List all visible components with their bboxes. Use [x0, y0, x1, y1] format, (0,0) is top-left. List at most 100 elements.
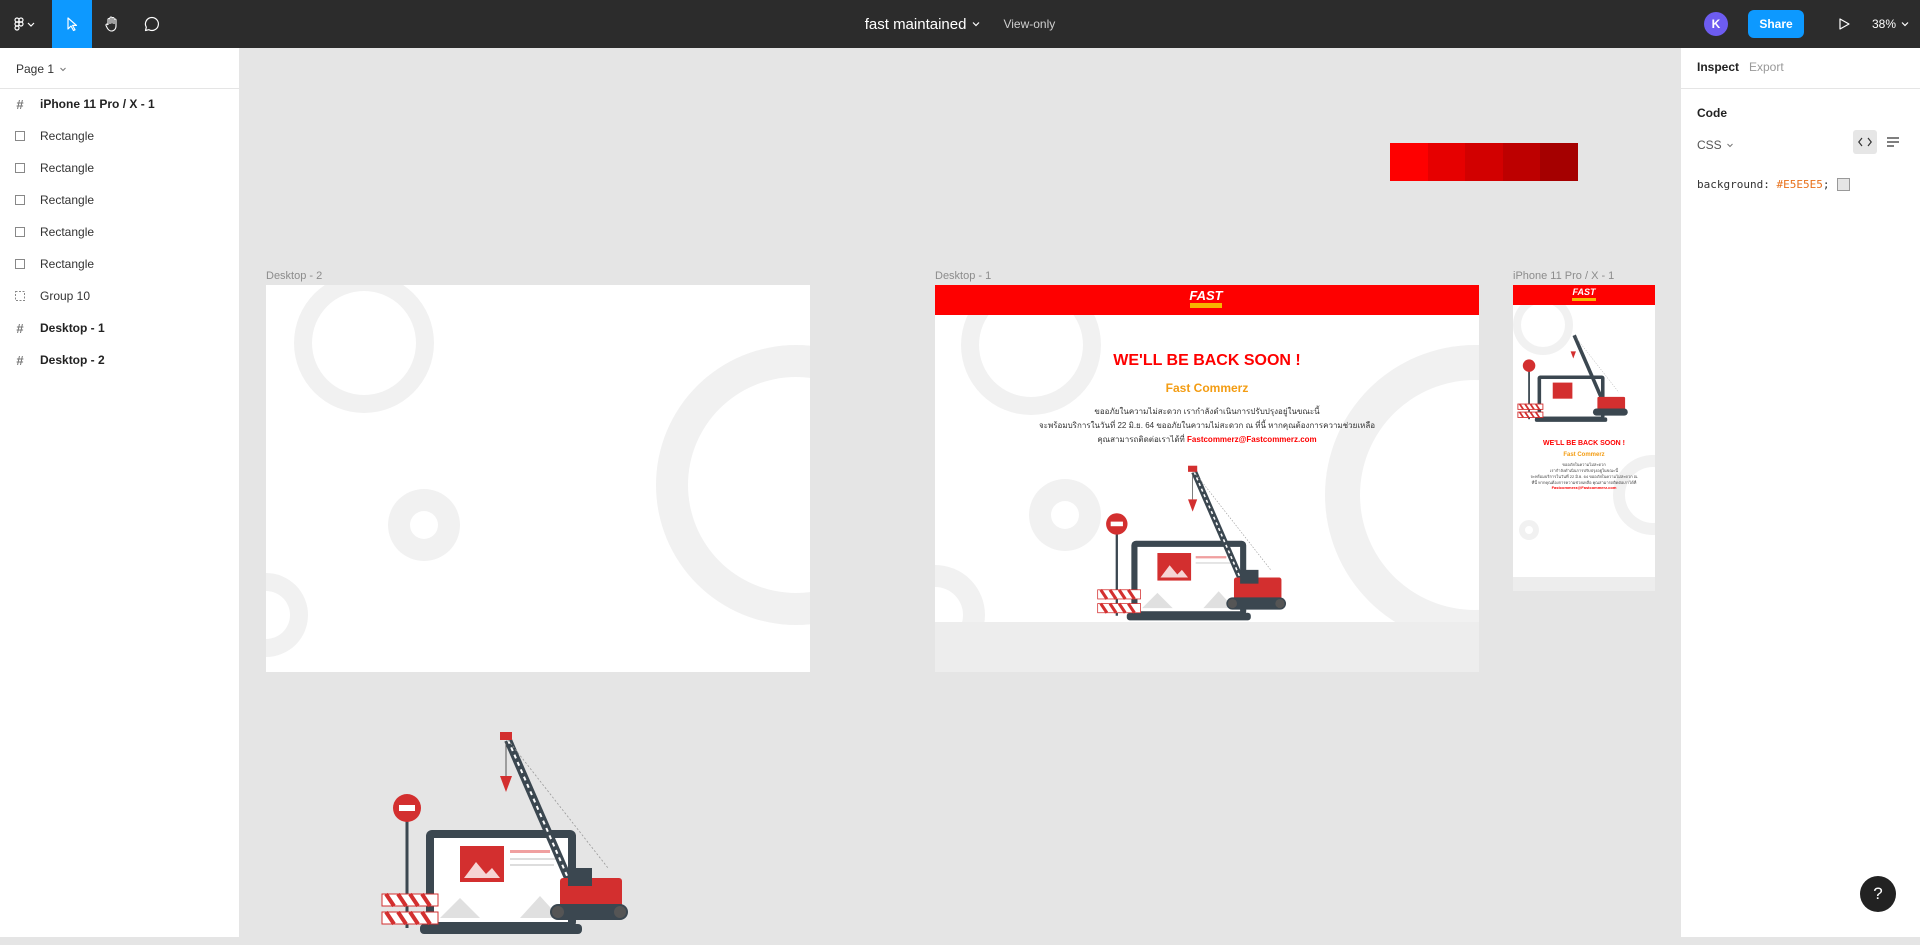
rectangle-icon [0, 195, 40, 205]
share-button[interactable]: Share [1748, 10, 1804, 38]
brand-logo: FAST [1188, 289, 1224, 309]
layer-rectangle[interactable]: Rectangle [0, 216, 239, 248]
css-property: background: [1697, 178, 1770, 191]
frame-icon: # [16, 96, 24, 112]
tab-export[interactable]: Export [1749, 60, 1784, 74]
brand-logo: FAST [1570, 287, 1598, 301]
file-title-area: fast maintained View-only [0, 0, 1920, 48]
language-label: CSS [1697, 138, 1722, 152]
hand-tool-button[interactable] [92, 0, 132, 48]
rectangle-icon [0, 227, 40, 237]
swatch [1427, 143, 1466, 181]
layer-label: Desktop - 1 [40, 321, 105, 335]
help-button[interactable]: ? [1860, 876, 1896, 912]
construction-illustration [1097, 465, 1287, 621]
layer-rectangle[interactable]: Rectangle [0, 248, 239, 280]
layer-iphone-frame[interactable]: # iPhone 11 Pro / X - 1 [0, 88, 239, 120]
language-selector[interactable]: CSS [1697, 138, 1734, 152]
swatch [1502, 143, 1541, 181]
layers-panel: Page 1 # iPhone 11 Pro / X - 1 Rectangle… [0, 48, 240, 937]
present-play-icon [1839, 18, 1850, 30]
layer-label: Desktop - 2 [40, 353, 105, 367]
layer-label: Rectangle [40, 257, 95, 271]
code-icon [1858, 137, 1872, 147]
message-line-3: คุณสามารถติดต่อเราได้ที่ Fastcommerz@Fas… [935, 433, 1479, 446]
swatch [1540, 143, 1578, 181]
code-view-button[interactable] [1853, 130, 1877, 154]
site-header: FAST [935, 285, 1479, 315]
frame-label-desktop-1[interactable]: Desktop - 1 [935, 270, 991, 282]
zoom-menu[interactable]: 38% [1872, 0, 1910, 48]
chevron-down-icon [973, 22, 980, 27]
site-footer [935, 622, 1479, 672]
inspect-panel: Inspect Export Code CSS background: #E5E… [1680, 48, 1920, 937]
swatch [1390, 143, 1428, 181]
page-heading: WE'LL BE BACK SOON ! [1542, 440, 1626, 447]
contact-email: Fastcommerz@Fastcommerz.com [1187, 435, 1317, 444]
layer-rectangle[interactable]: Rectangle [0, 152, 239, 184]
layer-label: Rectangle [40, 225, 95, 239]
layer-label: Rectangle [40, 129, 95, 143]
code-line: background: #E5E5E5; [1697, 178, 1851, 191]
frame-iphone[interactable]: FAST WE'LL BE BACK SOON ! Fast Commerz ข… [1513, 285, 1655, 591]
avatar[interactable]: K [1704, 12, 1728, 36]
layer-rectangle[interactable]: Rectangle [0, 120, 239, 152]
list-view-button[interactable] [1881, 130, 1905, 154]
layer-label: Rectangle [40, 193, 95, 207]
main-menu-button[interactable] [6, 0, 42, 48]
layer-desktop-2[interactable]: # Desktop - 2 [0, 344, 239, 376]
layer-label: Group 10 [40, 289, 91, 303]
move-tool-button[interactable] [52, 0, 92, 48]
gears-background [266, 285, 810, 657]
toolbar: fast maintained View-only K Share 38% [0, 0, 1920, 48]
contact-email: Fastcommerz@Fastcommerz.com [1551, 485, 1617, 490]
frame-label-desktop-2[interactable]: Desktop - 2 [266, 270, 322, 282]
message-line-1: ขออภัยในความไม่สะดวก เรากำลังดำเนินการปร… [1094, 407, 1320, 416]
chevron-down-icon [60, 67, 66, 72]
frame-label-iphone[interactable]: iPhone 11 Pro / X - 1 [1513, 270, 1614, 282]
logo-bar [1190, 303, 1222, 308]
file-name-menu[interactable]: fast maintained [865, 16, 982, 33]
layer-label: iPhone 11 Pro / X - 1 [40, 97, 155, 111]
comment-tool-button[interactable] [132, 0, 172, 48]
view-only-badge[interactable]: View-only [1003, 17, 1055, 31]
layer-desktop-1[interactable]: # Desktop - 1 [0, 312, 239, 344]
group-10-illustration[interactable] [380, 718, 680, 940]
contact-text: คุณสามารถติดต่อเราได้ที่ [1097, 435, 1185, 444]
brand-subtitle: Fast Commerz [1165, 381, 1249, 395]
rectangle-icon [0, 163, 40, 173]
frame-desktop-2[interactable] [266, 285, 810, 672]
comment-tool-icon [144, 16, 160, 32]
color-swatches[interactable] [1390, 143, 1578, 181]
logo-bar [1572, 298, 1596, 301]
rectangle-icon [0, 131, 40, 141]
logo-text: FAST [1572, 287, 1596, 297]
code-section-title: Code [1697, 106, 1727, 120]
css-value: #E5E5E5 [1776, 178, 1823, 191]
group-icon [0, 291, 40, 301]
layer-group[interactable]: Group 10 [0, 280, 239, 312]
page-heading: WE'LL BE BACK SOON ! [1113, 352, 1301, 369]
zoom-level: 38% [1872, 17, 1897, 31]
layer-rectangle[interactable]: Rectangle [0, 184, 239, 216]
frame-desktop-1[interactable]: FAST WE'LL BE BACK SOON ! Fast Commerz ข… [935, 285, 1479, 672]
list-icon [1887, 137, 1899, 147]
figma-menu-icon [14, 17, 35, 31]
file-name: fast maintained [864, 15, 967, 33]
tab-inspect[interactable]: Inspect [1697, 60, 1739, 74]
move-tool-icon [67, 17, 78, 32]
design-canvas[interactable]: Desktop - 2 Desktop - 1 FAST WE'LL BE BA… [240, 48, 1680, 937]
site-footer [1513, 577, 1655, 591]
site-header: FAST [1513, 285, 1655, 305]
construction-illustration [381, 732, 628, 934]
message-line-2: จะพร้อมบริการในวันที่ 22 มิ.ย. 64 ขออภัย… [1038, 421, 1376, 430]
chevron-down-icon [1901, 22, 1909, 27]
logo-text: FAST [1189, 288, 1223, 303]
chevron-down-icon [1726, 143, 1733, 148]
css-semicolon: ; [1822, 178, 1830, 191]
layer-label: Rectangle [40, 161, 95, 175]
swatch [1465, 143, 1503, 181]
present-button[interactable] [1824, 0, 1864, 48]
hand-tool-icon [105, 16, 117, 32]
page-selector[interactable]: Page 1 [16, 62, 67, 76]
